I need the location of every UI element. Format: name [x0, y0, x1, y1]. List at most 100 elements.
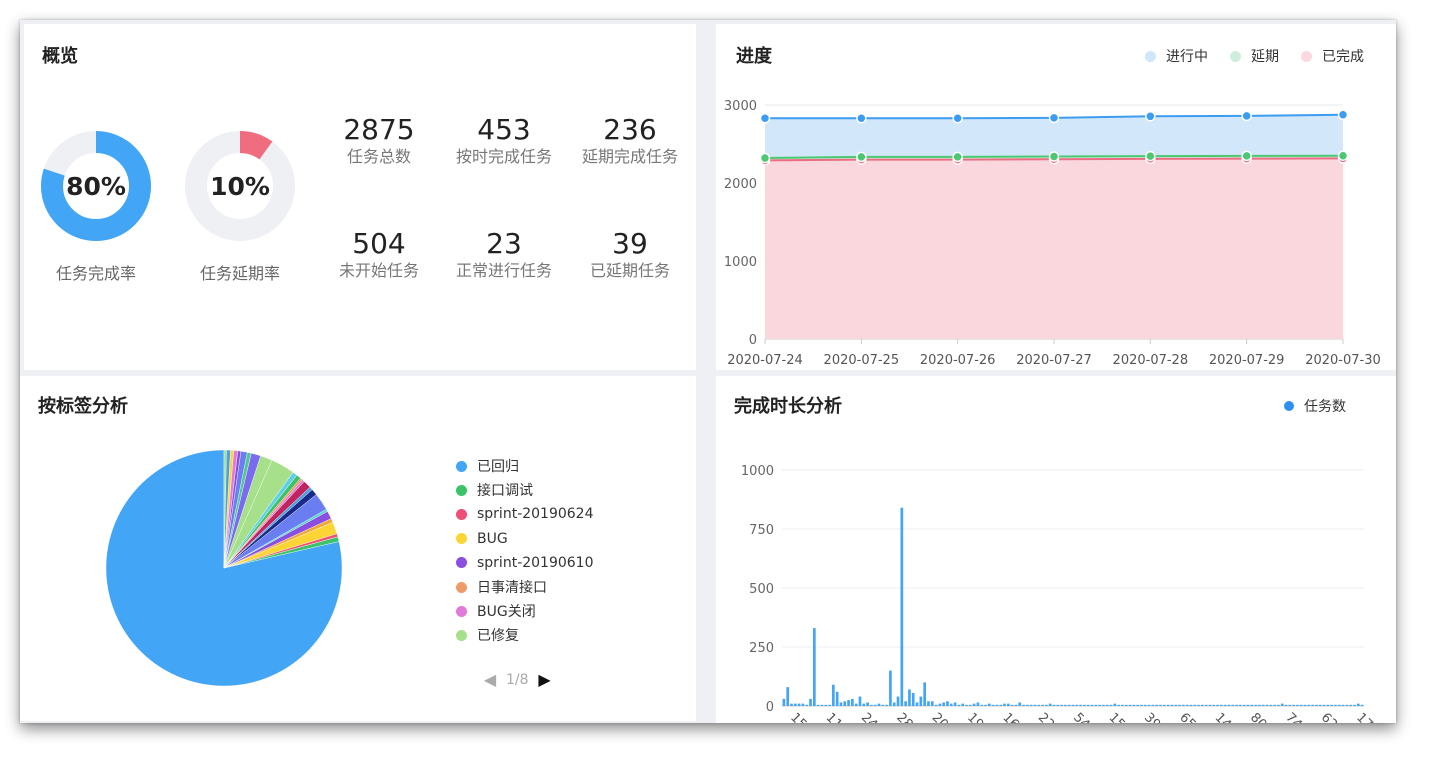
bar	[1018, 702, 1022, 706]
stat-total-tasks: 2875 任务总数	[314, 114, 444, 168]
overview-card: 概览 80% 任务完成率 10% 任务延期率 2875 任务总数 453 按时完…	[24, 24, 696, 370]
bar	[1223, 704, 1227, 706]
legend-dot	[456, 508, 467, 520]
y-tick-label: 1000	[724, 255, 757, 270]
bar	[942, 702, 945, 706]
bar	[1014, 704, 1018, 706]
bar	[843, 701, 847, 706]
bar	[1269, 704, 1273, 706]
data-point	[856, 113, 867, 124]
legend-label: 已回归	[477, 459, 519, 476]
bar	[1136, 704, 1139, 706]
legend-label: sprint-20190610	[477, 554, 594, 571]
bar	[1094, 704, 1098, 706]
stat-value: 23	[486, 227, 522, 260]
x-tick-label: 28天	[893, 710, 924, 723]
x-tick-label: 172天	[1353, 710, 1390, 723]
legend-item-tag[interactable]: BUG关闭	[456, 599, 594, 623]
legend-item-tag[interactable]: 日事清接口	[456, 575, 594, 599]
bar	[1117, 704, 1120, 706]
bar	[820, 704, 824, 706]
completion-rate-caption: 任务完成率	[55, 264, 136, 283]
bar	[1201, 704, 1204, 706]
bar	[1166, 704, 1170, 706]
legend-dot	[456, 581, 467, 593]
bar	[877, 703, 881, 706]
bar	[1045, 704, 1048, 706]
x-tick-label: 22天	[1035, 710, 1066, 723]
dashboard: 概览 80% 任务完成率 10% 任务延期率 2875 任务总数 453 按时完…	[20, 20, 1396, 723]
bar	[1037, 704, 1041, 706]
bar	[805, 704, 809, 706]
delay-rate-value: 10%	[210, 171, 270, 201]
bar	[797, 703, 801, 706]
bar	[858, 696, 862, 706]
bar	[1349, 704, 1353, 706]
bar	[1299, 704, 1303, 706]
bar	[1235, 704, 1238, 706]
legend-item-tag[interactable]: BUG	[456, 527, 594, 551]
bar	[1277, 704, 1280, 706]
bar	[904, 701, 907, 706]
bar	[1105, 704, 1109, 706]
bar	[1322, 704, 1326, 706]
delay-rate-donut: 10%	[184, 130, 296, 242]
bar	[923, 682, 926, 706]
bar	[839, 702, 843, 706]
bar	[1341, 704, 1345, 706]
completion-rate-donut: 80%	[40, 130, 152, 242]
bar	[949, 703, 953, 706]
bar	[832, 684, 835, 706]
bar	[1296, 704, 1299, 706]
bar	[1170, 704, 1174, 706]
bar	[900, 507, 904, 706]
bar	[1140, 704, 1143, 706]
bar	[927, 701, 930, 706]
bar	[889, 670, 892, 706]
bar	[809, 698, 812, 706]
pager-prev-icon[interactable]: ◀	[480, 670, 500, 689]
legend-item-tag[interactable]: 已修复	[456, 623, 594, 647]
bar	[1258, 704, 1261, 706]
stat-value: 504	[352, 227, 406, 260]
bar	[1022, 704, 1025, 706]
bar	[1132, 704, 1136, 706]
legend-dot	[456, 533, 467, 545]
bar	[1113, 703, 1117, 706]
bar	[1056, 704, 1060, 706]
pager-text: 1/8	[506, 671, 529, 688]
bar	[1128, 704, 1132, 706]
bar	[1315, 704, 1318, 706]
legend-item-tag[interactable]: sprint-20190624	[456, 502, 594, 526]
tags-title: 按标签分析	[38, 396, 128, 417]
duration-card: 完成时长分析 任务数 0250500750100015天11天24天28天20天…	[716, 376, 1396, 723]
bar	[1064, 704, 1067, 706]
bar	[862, 703, 866, 706]
duration-chart: 0 250 500 750 1000 15天 11天 24天 28天 20天 19天 16天 22天 54…	[741, 464, 1391, 723]
bar	[1189, 704, 1193, 706]
bar	[782, 698, 786, 706]
bar	[786, 687, 790, 706]
bar	[961, 703, 965, 706]
bar	[1075, 704, 1079, 706]
bar	[1208, 704, 1212, 706]
stat-value: 453	[477, 113, 531, 146]
bar	[885, 704, 888, 706]
x-tick-label: 16天	[999, 710, 1030, 723]
data-point	[952, 151, 963, 163]
stat-value: 236	[603, 113, 657, 146]
bar	[1098, 704, 1101, 706]
bar	[1041, 704, 1044, 706]
x-tick-label: 20天	[929, 710, 960, 723]
legend-label: 接口调试	[477, 483, 533, 500]
data-point	[1241, 110, 1252, 122]
legend-item-tag[interactable]: sprint-20190610	[456, 551, 594, 575]
pager-next-icon[interactable]: ▶	[535, 670, 555, 689]
legend-label: BUG关闭	[477, 604, 536, 621]
bar	[1052, 704, 1056, 706]
bar	[1155, 704, 1159, 706]
legend-item-tag[interactable]: 接口调试	[456, 478, 594, 502]
stat-in-progress: 23 正常进行任务	[439, 228, 569, 282]
legend-item-tag[interactable]: 已回归	[456, 454, 594, 478]
bar	[1284, 704, 1288, 706]
